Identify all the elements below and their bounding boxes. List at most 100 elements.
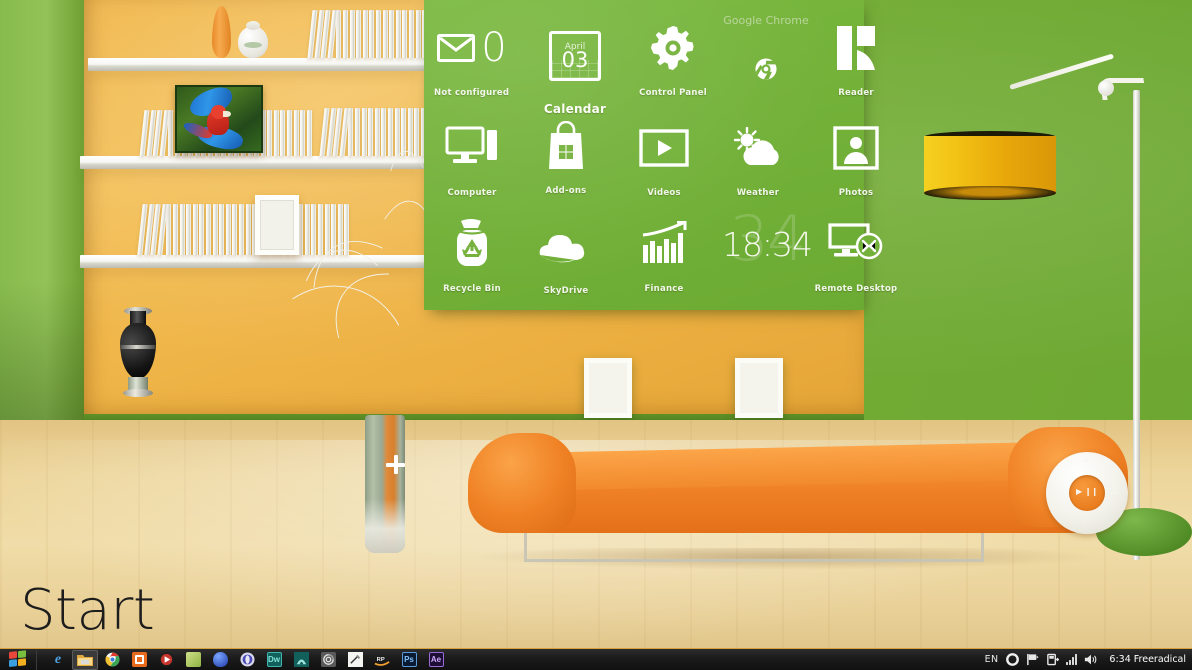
gear-icon bbox=[629, 22, 717, 74]
previous-track-icon[interactable]: ⏮ bbox=[1052, 489, 1059, 497]
folder-icon bbox=[77, 654, 93, 666]
flag-icon-svg bbox=[1026, 653, 1039, 666]
cloud-icon bbox=[522, 220, 610, 272]
tile-videos[interactable]: Videos bbox=[620, 110, 708, 204]
taskbar-divider bbox=[36, 649, 37, 670]
start-tiles-panel[interactable]: 0 Not configured April 03 Calendar bbox=[424, 0, 897, 310]
tile-label-videos: Videos bbox=[647, 188, 681, 198]
wallpaper-sofa bbox=[468, 425, 1128, 535]
blue-drop-icon bbox=[212, 652, 228, 667]
taskbar-item-blue-app[interactable] bbox=[207, 650, 233, 670]
tray-language-indicator[interactable]: EN bbox=[985, 654, 999, 665]
tile-finance[interactable]: Finance bbox=[620, 206, 708, 300]
signal-bars-icon[interactable] bbox=[1065, 654, 1078, 665]
spiral-icon bbox=[320, 652, 336, 667]
play-box-icon-svg bbox=[639, 129, 689, 167]
shopping-bag-icon-svg bbox=[549, 121, 583, 169]
tile-label-remote-desktop: Remote Desktop bbox=[814, 284, 898, 294]
tile-reader[interactable]: Reader bbox=[812, 10, 900, 104]
gear-icon-svg bbox=[651, 26, 694, 70]
taskbar-item-photoshop[interactable]: Ps bbox=[396, 650, 422, 670]
taskbar-item-virtualbox[interactable] bbox=[126, 650, 152, 670]
calendar-icon: April 03 bbox=[531, 30, 619, 82]
taskbar-item-google-chrome[interactable] bbox=[99, 650, 125, 670]
tile-photos[interactable]: Photos bbox=[812, 110, 900, 204]
play-pause-icon[interactable]: ▶ ❙❙ bbox=[1076, 488, 1098, 496]
speaker-icon[interactable] bbox=[1084, 653, 1098, 666]
flag-icon[interactable] bbox=[1026, 653, 1039, 666]
shopping-bag-icon bbox=[522, 120, 610, 172]
tile-add-ons[interactable]: Add-ons bbox=[522, 108, 610, 202]
tile-calendar[interactable]: April 03 Calendar bbox=[531, 18, 619, 116]
desktop[interactable]: + – ⏮ ⏭ ▶ ❙❙ Start 0 Not configured Apri… bbox=[0, 0, 1192, 670]
taskbar-item-media-player[interactable] bbox=[153, 650, 179, 670]
tray-clock[interactable]: 6:34 Freeradical bbox=[1105, 654, 1186, 665]
taskbar-item-teal-app[interactable] bbox=[288, 650, 314, 670]
tile-skydrive[interactable]: SkyDrive bbox=[522, 208, 610, 302]
remote-desktop-icon-svg bbox=[828, 223, 883, 260]
tile-mail[interactable]: 0 Not configured bbox=[428, 10, 516, 104]
reader-icon bbox=[812, 22, 900, 74]
media-player-icon bbox=[158, 652, 174, 667]
taskbar-item-internet-explorer[interactable]: e bbox=[45, 650, 71, 670]
taskbar-item-opera[interactable] bbox=[234, 650, 260, 670]
envelope-icon bbox=[437, 34, 476, 62]
wallpaper-lampshade-bottom bbox=[924, 186, 1056, 200]
tile-label-recycle-bin: Recycle Bin bbox=[443, 284, 501, 294]
start-label: Start bbox=[20, 578, 155, 643]
taskbar-pinned-items[interactable]: e Dw RP Ps Ae bbox=[45, 649, 449, 670]
volume-up-icon[interactable]: + bbox=[1083, 457, 1090, 465]
tile-google-chrome[interactable]: Google Chrome bbox=[722, 6, 810, 100]
tile-recycle-bin[interactable]: Recycle Bin bbox=[428, 206, 516, 300]
media-player-wheel[interactable]: + – ⏮ ⏭ ▶ ❙❙ bbox=[1046, 452, 1128, 534]
taskbar-item-after-effects[interactable]: Ae bbox=[423, 650, 449, 670]
realplayer-icon: RP bbox=[374, 656, 390, 666]
chrome-icon bbox=[755, 58, 777, 80]
wallpaper-lamp-joint bbox=[1098, 80, 1114, 96]
taskbar[interactable]: e Dw RP Ps Ae EN 6:34 Freeradical bbox=[0, 648, 1192, 670]
monitor-icon bbox=[428, 122, 516, 174]
wallpaper-wall-frame-left bbox=[584, 358, 632, 418]
system-tray[interactable]: EN 6:34 Freeradical bbox=[985, 653, 1192, 666]
taskbar-item-dreamweaver[interactable]: Dw bbox=[261, 650, 287, 670]
photo-person-icon bbox=[812, 122, 900, 174]
circle-ring-icon[interactable] bbox=[1005, 653, 1019, 666]
wallpaper-parrot-picture bbox=[175, 85, 263, 153]
photoshop-icon: Ps bbox=[401, 652, 417, 667]
clock-time: 18:34 bbox=[721, 225, 813, 264]
wallpaper-black-vase bbox=[118, 305, 158, 397]
tile-control-panel[interactable]: Control Panel bbox=[629, 10, 717, 104]
bar-chart-arrow-icon bbox=[620, 218, 708, 270]
taskbar-item-realplayer[interactable]: RP bbox=[369, 650, 395, 670]
tile-label-finance: Finance bbox=[644, 284, 684, 294]
taskbar-item-notepad-plus[interactable] bbox=[180, 650, 206, 670]
tile-computer[interactable]: Computer bbox=[428, 110, 516, 204]
monitor-icon-svg bbox=[445, 126, 497, 163]
taskbar-item-spiral-app[interactable] bbox=[315, 650, 341, 670]
bar-chart-arrow-icon-svg bbox=[642, 221, 687, 263]
tile-remote-desktop[interactable]: Remote Desktop bbox=[812, 206, 900, 300]
mail-unread-count: 0 bbox=[481, 25, 507, 71]
cloud-icon-svg bbox=[539, 235, 585, 263]
next-track-icon[interactable]: ⏭ bbox=[1110, 489, 1117, 497]
taskbar-item-white-tool-app[interactable] bbox=[342, 650, 368, 670]
tile-label-control-panel: Control Panel bbox=[639, 88, 707, 98]
tile-label-add-ons: Add-ons bbox=[545, 186, 587, 196]
virtualbox-icon bbox=[131, 652, 147, 667]
chrome-taskbar-icon bbox=[105, 652, 119, 667]
device-eject-icon[interactable] bbox=[1046, 653, 1059, 666]
start-button[interactable] bbox=[2, 649, 34, 670]
svg-text:RP: RP bbox=[377, 656, 385, 662]
taskbar-item-file-explorer[interactable] bbox=[72, 649, 98, 670]
tile-label-computer: Computer bbox=[447, 188, 497, 198]
volume-down-icon[interactable]: – bbox=[1082, 518, 1086, 526]
circle-ring-icon-svg bbox=[1005, 653, 1019, 666]
tile-weather[interactable]: Weather bbox=[714, 110, 802, 204]
wallpaper-white-vase bbox=[238, 21, 268, 58]
wallpaper-tall-vase bbox=[365, 415, 405, 553]
tile-label-photos: Photos bbox=[838, 188, 874, 198]
speaker-icon-svg bbox=[1085, 654, 1097, 665]
tile-label-reader: Reader bbox=[838, 88, 874, 98]
wallpaper-left-wall-shadow bbox=[0, 280, 86, 438]
teal-app-icon bbox=[293, 652, 309, 667]
